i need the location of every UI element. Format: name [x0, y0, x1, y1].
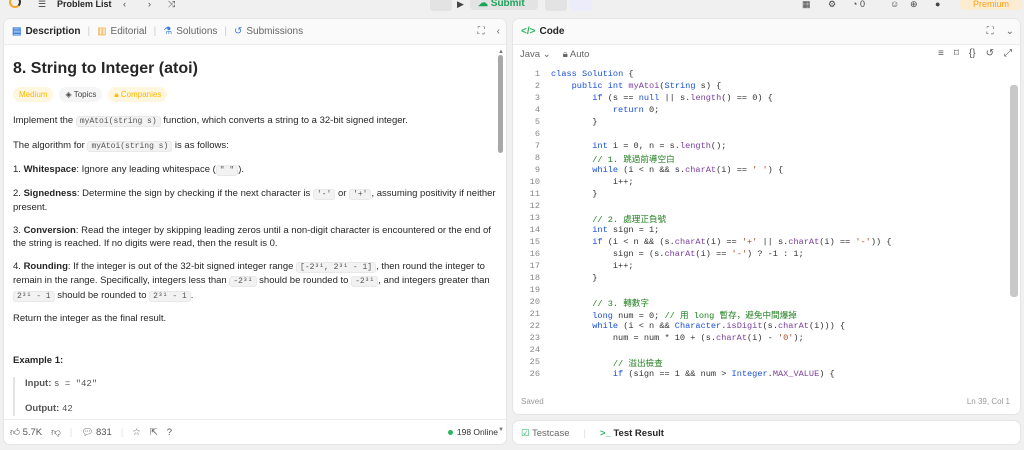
problem-list-link[interactable]: Problem List — [57, 0, 112, 11]
note-button[interactable] — [545, 0, 567, 11]
collapse-icon[interactable]: ‹ — [497, 26, 500, 37]
editor-scrollbar[interactable] — [1010, 55, 1018, 385]
dislike-icon[interactable]: 👎︎ — [51, 426, 61, 438]
console-panel: ☑ Testcase | >_ Test Result — [512, 420, 1021, 445]
layout-icon[interactable]: ▦ — [802, 0, 811, 11]
tab-test-result[interactable]: >_ Test Result — [600, 428, 664, 439]
premium-button[interactable]: Premium — [960, 0, 1022, 10]
tab-solutions[interactable]: ⚗ Solutions — [163, 26, 217, 37]
share-icon[interactable]: ⇱ — [150, 427, 158, 438]
list-item: 1. Whitespace: Ignore any leading whites… — [13, 164, 244, 176]
description-panel: ▤ Description | ▥ Editorial | ⚗ Solutions |… — [3, 18, 507, 445]
online-count: 198 Online — [447, 427, 498, 437]
flask-icon: ⚗ — [163, 25, 173, 37]
tab-description[interactable]: ▤ Description — [12, 26, 80, 37]
shuffle-icon[interactable]: ⤨ — [168, 0, 175, 11]
code-editor[interactable]: 1 class Solution { 2 public int myAtoi(St… — [513, 65, 1010, 387]
description-icon: ▤ — [12, 25, 22, 37]
star-icon[interactable]: ☆ — [132, 427, 141, 438]
description-tabs: ▤ Description | ▥ Editorial | ⚗ Solutions |… — [4, 19, 506, 45]
companies-tag[interactable]: 🔒︎ Companies — [108, 87, 168, 102]
collapse-icon[interactable]: ⌄ — [1006, 26, 1014, 37]
example-box: Input: s = "42" Output: 42 — [13, 377, 496, 416]
list-item: 3. Conversion: Read the integer by skipp… — [13, 224, 491, 250]
top-nav: ☰ Problem List ‹ › ⤨ ▶ ☁ Submit ▦ ⚙ ◔ 0 … — [0, 0, 1024, 13]
paragraph: The algorithm for myAtoi(string s) is as… — [13, 139, 229, 152]
run-icon[interactable]: ▶ — [457, 0, 464, 11]
tab-code[interactable]: </> Code — [521, 26, 564, 37]
terminal-icon: >_ — [599, 428, 611, 439]
cursor-position: Ln 39, Col 1 — [966, 397, 1010, 406]
debug-button[interactable] — [430, 0, 452, 11]
checkbox-icon: ☑ — [521, 428, 530, 439]
paragraph: Return the integer as the final result. — [13, 313, 167, 324]
maximize-icon[interactable]: ⛶ — [987, 26, 994, 37]
list-icon[interactable]: ☰ — [38, 0, 46, 11]
tab-editorial[interactable]: ▥ Editorial — [97, 26, 147, 37]
bookmark-icon[interactable]: ⌑ — [954, 48, 959, 59]
submit-button[interactable]: ☁ Submit — [470, 0, 538, 10]
editor-toolbar: Java ⌄ 🔒︎ Auto ≡ ⌑ {} ↺ ⤢ — [513, 45, 1020, 63]
book-icon: ▥ — [97, 25, 107, 37]
avatar[interactable]: ● — [935, 0, 940, 11]
tab-testcase[interactable]: ☑ Testcase — [521, 428, 570, 439]
braces-icon[interactable]: {} — [969, 48, 976, 59]
tab-submissions[interactable]: ↺ Submissions — [234, 26, 303, 37]
settings-icon[interactable]: ⚙ — [828, 0, 836, 11]
description-scrollbar[interactable]: ▲ ▼ — [498, 49, 504, 433]
problem-content: 8. String to Integer (atoi) Medium ◈ Top… — [4, 45, 496, 419]
add-friend-icon[interactable]: ⊕ — [910, 0, 918, 11]
list-item: 4. Rounding: If the integer is out of th… — [13, 260, 490, 302]
history-icon: ↺ — [234, 25, 243, 37]
saved-status: Saved — [521, 397, 544, 406]
code-panel: </> Code ⛶ ⌄ Java ⌄ 🔒︎ Auto ≡ ⌑ {} ↺ ⤢ 1 cl… — [512, 18, 1021, 415]
leetcode-logo-icon[interactable] — [9, 0, 21, 8]
help-icon[interactable]: ? — [167, 427, 172, 438]
maximize-icon[interactable]: ⛶ — [478, 26, 485, 37]
format-icon[interactable]: ≡ — [938, 48, 944, 59]
next-problem-icon[interactable]: › — [148, 0, 151, 11]
tag-icon: ◈ — [65, 90, 74, 99]
topics-tag[interactable]: ◈ Topics — [59, 87, 103, 102]
prev-problem-icon[interactable]: ‹ — [123, 0, 126, 11]
friends-icon[interactable]: ☺ — [890, 0, 899, 11]
comments-button[interactable]: 💬︎ 831 — [81, 427, 112, 438]
like-button[interactable]: 👍︎ 5.7K — [10, 426, 42, 438]
code-icon: </> — [521, 25, 536, 37]
problem-title: 8. String to Integer (atoi) — [13, 60, 198, 77]
streak-icon[interactable]: ◔ 0 — [852, 0, 865, 11]
description-footer: 👍︎ 5.7K 👎︎ | 💬︎ 831 | ☆ ⇱ ? 198 Online — [4, 419, 506, 444]
language-select[interactable]: Java ⌄ — [520, 49, 551, 60]
example-title: Example 1: — [13, 354, 64, 366]
ai-button[interactable] — [570, 0, 592, 11]
paragraph: Implement the myAtoi(string s) function,… — [13, 115, 408, 127]
steps-list: 1. Whitespace: Ignore any leading whites… — [13, 163, 496, 303]
list-item: 2. Signedness: Determine the sign by che… — [13, 187, 496, 214]
auto-mode[interactable]: 🔒︎ Auto — [563, 49, 590, 60]
difficulty-badge[interactable]: Medium — [13, 87, 54, 102]
reset-icon[interactable]: ↺ — [986, 48, 994, 59]
code-tabs: </> Code ⛶ ⌄ — [513, 19, 1020, 45]
